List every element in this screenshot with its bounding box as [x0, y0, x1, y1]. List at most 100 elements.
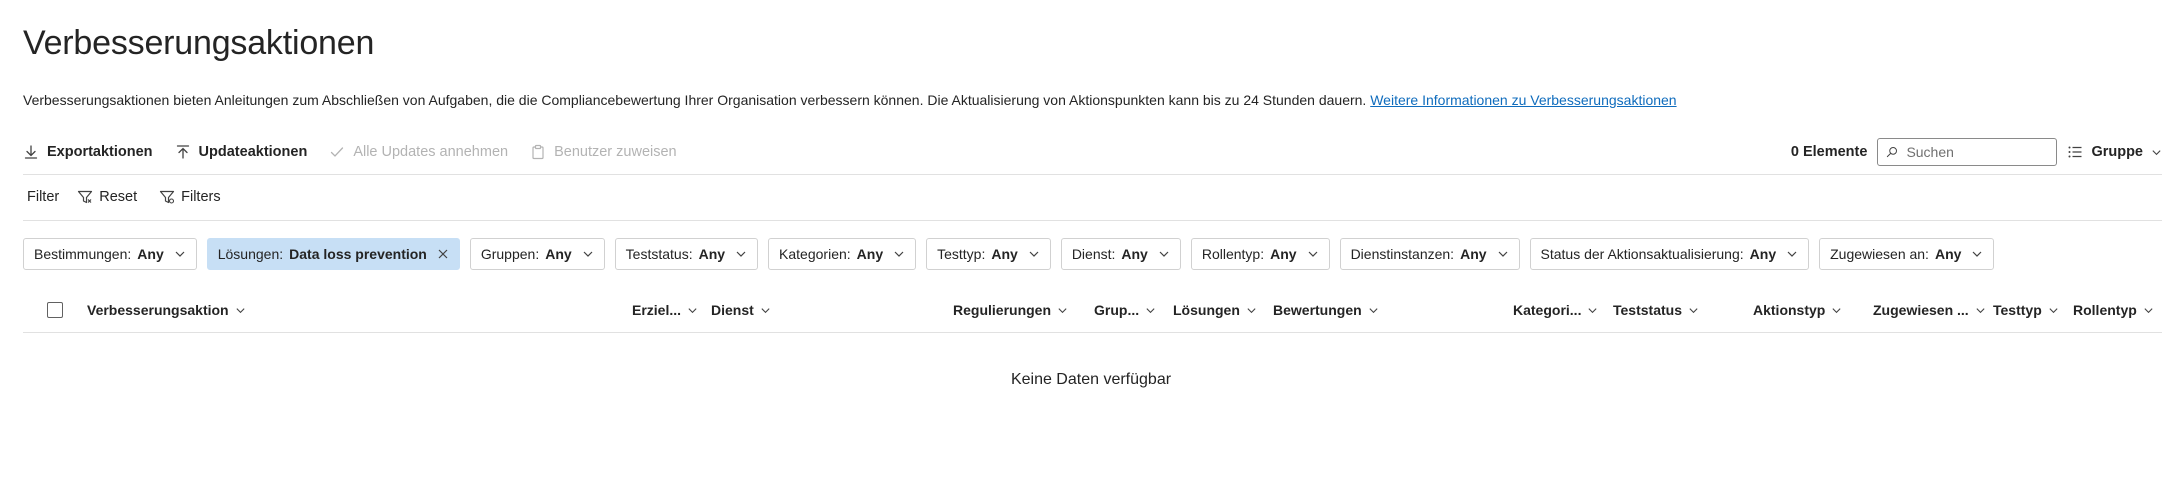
filter-chip[interactable]: Zugewiesen an: Any [1819, 238, 1995, 270]
filter-chip-value: Any [1121, 246, 1148, 262]
column-header[interactable]: Aktionstyp [1753, 295, 1842, 325]
column-header[interactable]: Dienst [711, 295, 771, 325]
update-actions-label: Updateaktionen [198, 144, 308, 160]
empty-state-text: Keine Daten verfügbar [1010, 371, 1172, 388]
chevron-down-icon [175, 251, 185, 257]
filter-chip-name: Dienst: [1071, 246, 1116, 262]
checkmark-icon [331, 147, 344, 157]
chevron-down-icon [1588, 307, 1598, 313]
download-icon [24, 145, 38, 159]
column-header-label: Grup... [1094, 302, 1140, 318]
item-count: 0 Elemente [1790, 144, 1868, 160]
filter-chip[interactable]: Lösungen: Data loss prevention [206, 238, 460, 270]
column-header-label: Bewertungen [1273, 302, 1362, 318]
filters-button[interactable]: Filters [159, 189, 221, 205]
page-description: Verbesserungsaktionen bieten Anleitungen… [23, 92, 1677, 108]
table-header: Verbesserungsaktion Erziel... Dienst Reguli… [23, 295, 2162, 325]
column-header[interactable]: Regulierungen [953, 295, 1068, 325]
column-header[interactable]: Rollentyp [2073, 295, 2154, 325]
column-header[interactable]: Kategori... [1513, 295, 1598, 325]
filter-chip-value: Any [1270, 246, 1297, 262]
page-title: Verbesserungsaktionen [23, 24, 375, 62]
accept-all-updates-label: Alle Updates annehmen [353, 144, 509, 160]
column-header[interactable]: Bewertungen [1273, 295, 1379, 325]
column-header[interactable]: Teststatus [1613, 295, 1699, 325]
chevron-down-icon [894, 251, 904, 257]
filter-chip-value: Any [856, 246, 884, 262]
filter-chip[interactable]: Teststatus: Any [614, 238, 759, 270]
chevron-down-icon [1976, 307, 1985, 313]
chevron-down-icon [1498, 251, 1507, 257]
filter-chip-value: Any [1934, 246, 1962, 262]
chevron-down-icon [761, 307, 770, 313]
filter-chip[interactable]: Bestimmungen: Any [23, 238, 197, 270]
select-all-checkbox[interactable] [47, 302, 63, 318]
search-input[interactable] [1904, 143, 2049, 161]
reset-filters-button[interactable]: Reset [77, 189, 137, 205]
chevron-down-icon [2144, 307, 2153, 313]
column-header-label: Dienst [711, 302, 754, 318]
filter-label: Filter [27, 189, 60, 205]
filter-chip[interactable]: Dienst: Any [1060, 238, 1181, 270]
filter-chip[interactable]: Dienstinstanzen: Any [1339, 238, 1520, 270]
filter-chip-value: Any [137, 246, 164, 262]
divider [23, 332, 2162, 333]
accept-all-updates-button[interactable]: Alle Updates annehmen [329, 144, 508, 160]
chevron-down-icon [1247, 307, 1256, 313]
chevron-down-icon [1369, 307, 1378, 313]
filter-chip-value: Any [698, 246, 726, 262]
chevron-down-icon [1159, 251, 1169, 257]
filter-chip[interactable]: Rollentyp: Any [1190, 238, 1330, 270]
filter-bar: Filter Reset Filters [27, 184, 243, 210]
search-icon [1887, 147, 1898, 158]
chevron-down-icon [1146, 307, 1155, 313]
filter-chip-name: Testtyp: [937, 246, 986, 262]
chevron-down-icon [583, 251, 593, 257]
filter-chip-name: Kategorien: [779, 246, 851, 262]
upload-icon [176, 145, 189, 159]
command-bar-right: 0 Elemente Gruppe [1791, 130, 2162, 174]
column-header-label: Testtyp [1993, 302, 2042, 318]
filter-chip[interactable]: Gruppen: Any [469, 238, 605, 270]
chevron-down-icon [688, 307, 697, 313]
column-header[interactable]: Verbesserungsaktion [87, 295, 246, 325]
chevron-down-icon [736, 251, 746, 257]
filter-chip-value: Any [1749, 246, 1777, 262]
update-actions-button[interactable]: Updateaktionen [175, 144, 308, 160]
chevron-down-icon [1308, 251, 1317, 257]
command-bar: Exportaktionen Updateaktionen Alle Updat… [23, 130, 2162, 174]
clipboard-icon [532, 144, 544, 160]
filter-chip-value: Any [545, 246, 572, 262]
chevron-down-icon [1787, 251, 1797, 257]
chevron-down-icon [2049, 307, 2058, 313]
dismiss-icon [438, 249, 448, 259]
chevron-down-icon [2152, 149, 2161, 155]
group-by-label: Gruppe [2091, 144, 2143, 160]
filter-chip-name: Lösungen: [217, 246, 284, 262]
export-actions-button[interactable]: Exportaktionen [23, 144, 153, 160]
filter-settings-icon [160, 190, 175, 204]
filter-chip-value: Any [1460, 246, 1487, 262]
column-header-label: Lösungen [1173, 302, 1240, 318]
filter-chip-name: Bestimmungen: [34, 246, 132, 262]
column-header[interactable]: Erziel... [632, 295, 698, 325]
filter-chip[interactable]: Testtyp: Any [926, 238, 1051, 270]
column-header-label: Zugewiesen ... [1873, 302, 1969, 318]
column-header[interactable]: Testtyp [1993, 295, 2059, 325]
filter-chip-name: Status der Aktionsaktualisierung: [1540, 246, 1744, 262]
column-header[interactable]: Grup... [1094, 295, 1156, 325]
filter-chip-value: Any [991, 246, 1018, 262]
column-header[interactable]: Zugewiesen ... [1873, 295, 1986, 325]
learn-more-link[interactable]: Weitere Informationen zu Verbesserungsak… [1370, 92, 1676, 108]
chevron-down-icon [1058, 307, 1067, 313]
assign-users-button[interactable]: Benutzer zuweisen [530, 144, 677, 160]
group-by-button[interactable]: Gruppe [2067, 144, 2162, 160]
filter-chip[interactable]: Status der Aktionsaktualisierung: Any [1529, 238, 1810, 270]
column-header-label: Aktionstyp [1753, 302, 1826, 318]
filter-chips: Bestimmungen: Any Lösungen: Data loss preve… [23, 238, 1995, 270]
filter-chip[interactable]: Kategorien: Any [768, 238, 917, 270]
column-header[interactable]: Lösungen [1173, 295, 1257, 325]
filter-chip-name: Rollentyp: [1201, 246, 1265, 262]
search-box[interactable] [1877, 138, 2058, 166]
chevron-down-icon [1029, 251, 1039, 257]
